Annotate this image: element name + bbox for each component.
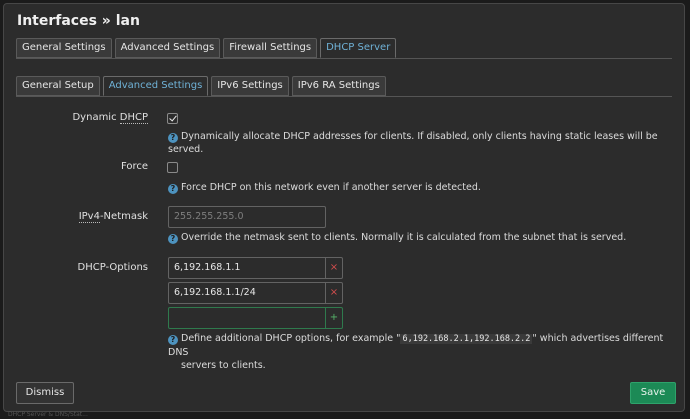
- dhcp-option-value[interactable]: 6,192.168.1.1/24: [174, 283, 256, 303]
- subtab-ipv6-settings[interactable]: IPv6 Settings: [211, 76, 289, 96]
- netmask-label: IPv4-Netmask: [78, 211, 148, 223]
- top-tab-divider: [16, 58, 672, 59]
- sub-tab-divider: [16, 96, 672, 97]
- dismiss-button[interactable]: Dismiss: [16, 382, 74, 404]
- dhcp-option-row: 6,192.168.1.1 ×: [168, 257, 343, 279]
- example-code: 6,192.168.2.1,192.168.2.2: [400, 334, 533, 344]
- remove-option-button[interactable]: ×: [325, 283, 342, 303]
- help-icon: ?: [168, 133, 178, 143]
- remove-option-button[interactable]: ×: [325, 258, 342, 278]
- force-label: Force: [120, 161, 148, 172]
- subtab-advanced-settings[interactable]: Advanced Settings: [102, 76, 209, 96]
- help-icon: ?: [168, 335, 178, 345]
- top-tab-bar: General Settings Advanced Settings Firew…: [16, 38, 397, 58]
- dhcp-option-row: 6,192.168.1.1/24 ×: [168, 282, 343, 304]
- help-icon: ?: [168, 184, 178, 194]
- dialog-title: Interfaces » lan: [17, 13, 140, 29]
- dynamic-dhcp-checkbox[interactable]: [167, 113, 178, 124]
- dhcp-options-label: DHCP-Options: [77, 262, 148, 273]
- save-button[interactable]: Save: [630, 382, 676, 404]
- dhcp-options-help: ? Define additional DHCP options, for exa…: [168, 333, 664, 371]
- force-help: ? Force DHCP on this network even if anot…: [168, 181, 481, 194]
- subtab-general-setup[interactable]: General Setup: [16, 76, 100, 96]
- sub-tab-bar: General Setup Advanced Settings IPv6 Set…: [16, 76, 386, 96]
- netmask-help: ? Override the netmask sent to clients. N…: [168, 231, 626, 244]
- help-icon: ?: [168, 234, 178, 244]
- add-option-button[interactable]: +: [325, 308, 342, 328]
- new-dhcp-option-row: +: [168, 307, 343, 329]
- netmask-input[interactable]: 255.255.255.0: [168, 206, 326, 228]
- dynamic-dhcp-help: ? Dynamically allocate DHCP addresses for…: [168, 131, 658, 155]
- backdrop-text: DHCP Server & DNS/Stat...: [8, 411, 88, 418]
- dialog: Interfaces » lan General Settings Advanc…: [3, 3, 685, 412]
- subtab-ipv6-ra-settings[interactable]: IPv6 RA Settings: [291, 76, 386, 96]
- tab-advanced-settings[interactable]: Advanced Settings: [114, 38, 221, 58]
- dynamic-dhcp-label: Dynamic DHCP: [72, 112, 148, 124]
- dhcp-option-value[interactable]: 6,192.168.1.1: [174, 258, 240, 278]
- tab-dhcp-server[interactable]: DHCP Server: [320, 38, 397, 58]
- force-checkbox[interactable]: [167, 162, 178, 173]
- tab-firewall-settings[interactable]: Firewall Settings: [223, 38, 318, 58]
- tab-general-settings[interactable]: General Settings: [16, 38, 112, 58]
